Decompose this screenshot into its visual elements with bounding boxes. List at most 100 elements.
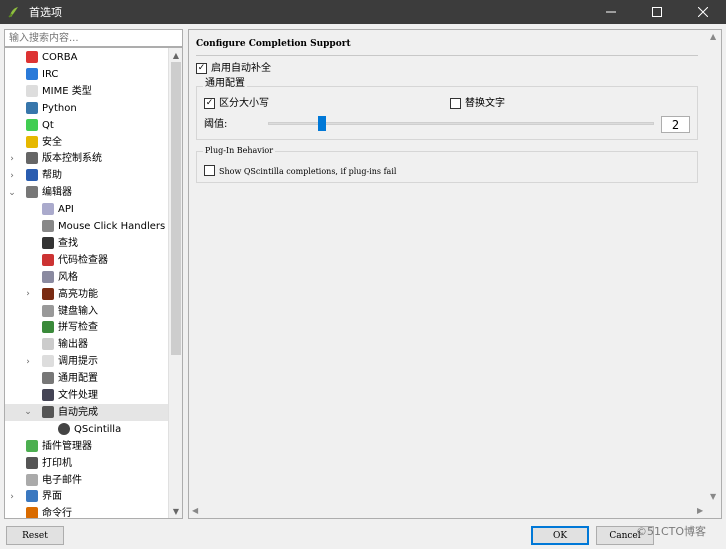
tree-item[interactable]: API [5,201,170,218]
tree-item[interactable]: MIME 类型 [5,83,170,100]
tree-item-label: IRC [42,68,59,80]
corba-icon [26,51,38,63]
tree-item[interactable]: 插件管理器 [5,438,170,455]
tree-item[interactable]: ⌄ 自动完成 [5,403,170,421]
case-sensitive-label: 区分大小写 [219,98,269,109]
tree-item[interactable]: 拼写检查 [5,319,170,336]
tree-item[interactable]: › 高亮功能 [5,286,170,303]
tree-item[interactable]: 查找 [5,235,170,252]
tree-item[interactable]: 电子邮件 [5,472,170,489]
tree-item-label: 命令行 [42,508,72,519]
printer-icon [26,456,38,469]
replace-word-label: 替换文字 [465,98,505,109]
replace-word-checkbox[interactable] [450,98,461,109]
tree-item[interactable]: Python [5,100,170,117]
chevron-right-icon[interactable]: › [23,353,33,370]
chevron-right-icon[interactable]: › [7,488,17,505]
case-sensitive-checkbox[interactable]: ✓ [204,98,215,109]
tree-item-label: API [58,204,74,216]
close-button[interactable] [680,0,726,24]
qscintilla-icon [58,422,70,435]
tree-item[interactable]: 键盘输入 [5,303,170,320]
tree-item[interactable]: › 帮助 [5,167,170,184]
content-horizontal-scrollbar[interactable]: ◀ ▶ [189,504,709,518]
minimize-button[interactable] [588,0,634,24]
reset-button[interactable]: Reset [6,526,64,545]
plugin-fallback-label: Show QScintilla completions, if plug-ins… [219,167,397,176]
tree-item-label: QScintilla [74,423,122,435]
tree-item-label: Mouse Click Handlers [58,221,166,232]
style-icon [42,270,54,283]
maximize-button[interactable] [634,0,680,24]
tree-item[interactable]: 通用配置 [5,370,170,387]
tree-item[interactable]: 命令行 [5,505,170,519]
content-scroll-down-icon[interactable]: ▼ [710,492,716,501]
tree-item-label: 键盘输入 [58,305,98,317]
tree-item[interactable]: 风格 [5,269,170,286]
tree-item-label: 文件处理 [58,390,98,401]
window-title: 首选项 [29,6,62,19]
qt-icon [26,118,38,131]
tree-item-label: 界面 [42,491,62,503]
tree-item-label: 自动完成 [58,406,98,418]
enable-autocomplete-label: 启用自动补全 [211,63,271,74]
plugin-fallback-checkbox[interactable] [204,165,215,176]
tree-item[interactable]: 安全 [5,134,170,151]
tree-item[interactable]: › 版本控制系统 [5,150,170,167]
highlight-icon [42,287,54,300]
keyboard-icon [42,304,54,317]
tree-item[interactable]: CORBA [5,49,170,66]
tree-item-label: MIME 类型 [42,85,92,97]
content-vertical-scrollbar[interactable]: ▲ ▼ [707,30,721,504]
threshold-slider-thumb[interactable] [318,116,327,131]
tree-item[interactable]: › 界面 [5,488,170,505]
chevron-down-icon[interactable]: ⌄ [23,404,33,421]
chevron-down-icon[interactable]: ⌄ [7,184,17,201]
tree-item-label: Qt [42,119,54,131]
binoculars-icon [42,236,54,249]
ok-button[interactable]: OK [531,526,589,545]
threshold-label: 阈值: [204,119,228,130]
calltip-icon [42,355,54,368]
general-config-title: 通用配置 [203,78,247,90]
tree-item[interactable]: QScintilla [5,421,170,438]
tree-item[interactable]: 输出器 [5,336,170,353]
mime-icon [26,84,38,97]
tree-item-label: 通用配置 [58,373,98,385]
watermark: ©51CTO博客 [636,525,707,538]
window-controls [588,0,726,24]
tree-item[interactable]: Qt [5,117,170,134]
preferences-window: 首选项 CORBA IRC MIME 类型 Python Qt 安全 › 版本控制系统 › 帮助 ⌄… [0,0,726,549]
tree-scrollbar[interactable]: ▲ ▼ [168,48,182,518]
mail-icon [26,473,38,486]
tree-scrollbar-thumb[interactable] [171,62,181,355]
irc-icon [26,67,38,80]
tree-item-label: 查找 [58,237,78,249]
tree-item[interactable]: IRC [5,66,170,83]
chevron-right-icon[interactable]: › [7,150,17,167]
spellcheck-icon [42,321,54,334]
tree-item[interactable]: 代码检查器 [5,252,170,269]
tree-item-label: Python [42,102,77,114]
python-icon [26,101,38,114]
tree-item[interactable]: 文件处理 [5,387,170,404]
tree-item-label: 拼写检查 [58,322,98,334]
mouse-icon [42,220,54,232]
enable-autocomplete-checkbox[interactable]: ✓ [196,63,207,74]
config-panel: Configure Completion Support ✓ 启用自动补全 通用… [188,29,722,519]
scroll-up-icon[interactable]: ▲ [169,48,182,62]
autocomplete-icon [42,405,54,418]
vcs-icon [26,152,38,165]
content-scroll-left-icon[interactable]: ◀ [192,506,198,515]
chevron-right-icon[interactable]: › [23,286,33,303]
tree-item[interactable]: › 调用提示 [5,353,170,370]
tree-item[interactable]: ⌄ 编辑器 [5,184,170,201]
tree-item[interactable]: Mouse Click Handlers [5,218,170,235]
chevron-right-icon[interactable]: › [7,167,17,184]
content-scroll-right-icon[interactable]: ▶ [697,506,703,515]
monitor-icon [26,490,38,503]
content-scroll-up-icon[interactable]: ▲ [710,32,716,41]
scroll-down-icon[interactable]: ▼ [169,504,182,518]
search-input[interactable] [4,29,183,47]
tree-item[interactable]: 打印机 [5,455,170,472]
